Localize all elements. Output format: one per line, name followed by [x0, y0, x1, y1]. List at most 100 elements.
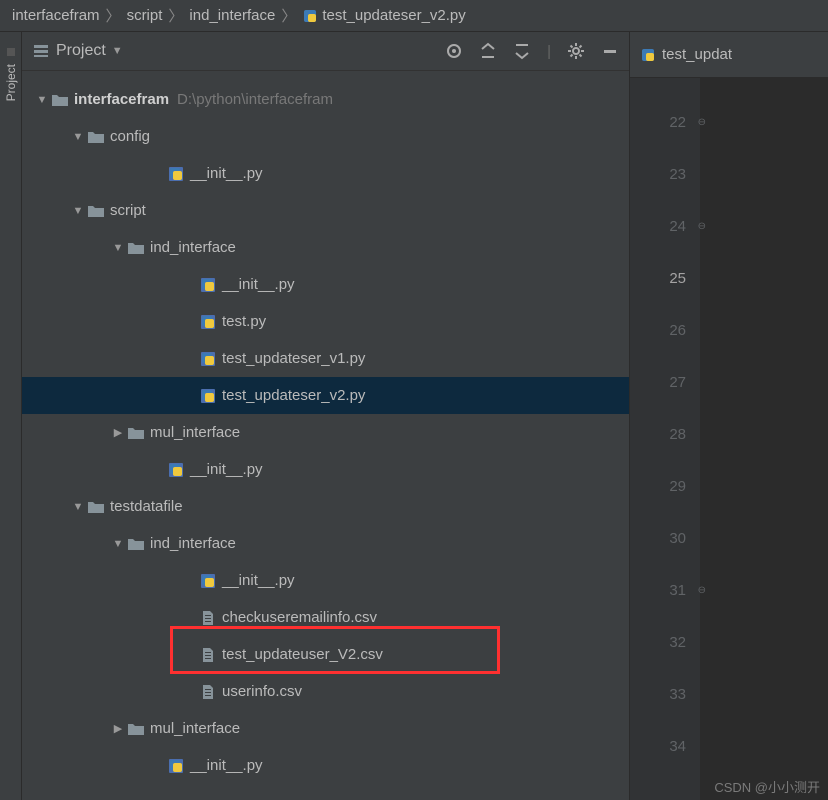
py-icon	[198, 351, 218, 367]
fold-icon[interactable]: ⊖	[698, 221, 706, 232]
chevron-right-icon[interactable]: ▶	[110, 426, 126, 439]
tree-item[interactable]: ▼config	[22, 118, 629, 155]
breadcrumb-item[interactable]: ind_interface	[189, 7, 275, 24]
py-icon	[198, 388, 218, 404]
tree-item-label: userinfo.csv	[222, 683, 302, 700]
tree-item[interactable]: ▶test_updateser_v2.py	[22, 377, 629, 414]
folder-icon	[126, 721, 146, 737]
chevron-right-icon[interactable]: ▶	[110, 722, 126, 735]
breadcrumb-item[interactable]: test_updateser_v2.py	[322, 7, 465, 24]
tree-item[interactable]: ▶__init__.py	[22, 747, 629, 784]
gutter-line-number[interactable]: 26	[630, 304, 700, 356]
tree-item[interactable]: ▶__init__.py	[22, 451, 629, 488]
editor-tabs[interactable]: test_updat	[630, 32, 828, 78]
tree-item-label: interfacefram	[74, 91, 169, 108]
file-icon	[198, 610, 218, 626]
project-tool-tab[interactable]: Project	[4, 64, 18, 101]
gutter-line-number[interactable]: 32	[630, 616, 700, 668]
py-icon	[166, 758, 186, 774]
python-file-icon	[302, 8, 318, 24]
gutter-line-number[interactable]: 25	[630, 252, 700, 304]
chevron-down-icon[interactable]: ▼	[110, 242, 126, 254]
tree-item[interactable]: ▶mul_interface	[22, 414, 629, 451]
tree-item[interactable]: ▶test.py	[22, 303, 629, 340]
project-panel: Project ▼ |	[22, 32, 630, 800]
py-icon	[166, 166, 186, 182]
tree-item[interactable]: ▼ script	[22, 192, 629, 229]
code-area[interactable]	[700, 78, 828, 800]
tree-item[interactable]: ▶test_updateuser_V2.csv	[22, 636, 629, 673]
tree-item[interactable]: ▼ ind_interface	[22, 229, 629, 266]
gutter-line-number[interactable]: 23	[630, 148, 700, 200]
tree-item-hint: D:\python\interfacefram	[177, 91, 333, 108]
gutter-line-number[interactable]: 24⊖	[630, 200, 700, 252]
py-icon	[198, 314, 218, 330]
chevron-down-icon[interactable]: ▼	[70, 205, 86, 217]
gear-icon[interactable]	[567, 42, 585, 60]
tool-window-bar[interactable]: Project	[0, 32, 22, 800]
breadcrumb[interactable]: interfacefram 〉 script 〉 ind_interface 〉…	[0, 0, 828, 32]
file-icon	[198, 684, 218, 700]
py-icon	[198, 573, 218, 589]
folder-icon	[86, 499, 106, 515]
tree-item-label: test.py	[222, 313, 266, 330]
tree-item-label: test_updateser_v1.py	[222, 350, 365, 367]
chevron-down-icon[interactable]: ▼	[34, 94, 50, 106]
tree-item[interactable]: ▶__init__.py	[22, 155, 629, 192]
project-panel-header: Project ▼ |	[22, 32, 629, 71]
chevron-down-icon[interactable]: ▼	[70, 131, 86, 143]
editor-gutter[interactable]: 22⊖2324⊖25262728293031⊖323334	[630, 78, 700, 800]
gutter-line-number[interactable]: 33	[630, 668, 700, 720]
watermark: CSDN @小小测开	[714, 777, 820, 796]
editor-area: test_updat 22⊖2324⊖25262728293031⊖323334	[630, 32, 828, 800]
gutter-line-number[interactable]: 27	[630, 356, 700, 408]
breadcrumb-item[interactable]: script	[127, 7, 163, 24]
tree-item[interactable]: ▶__init__.py	[22, 562, 629, 599]
editor-tab-label[interactable]: test_updat	[662, 46, 732, 63]
tree-item[interactable]: ▼ ind_interface	[22, 525, 629, 562]
minimize-icon[interactable]	[601, 42, 619, 60]
tree-item[interactable]: ▶checkuseremailinfo.csv	[22, 599, 629, 636]
locate-icon[interactable]	[445, 42, 463, 60]
tree-item[interactable]: ▶test_updateser_v1.py	[22, 340, 629, 377]
expand-all-icon[interactable]	[479, 42, 497, 60]
tree-item[interactable]: ▼ testdatafile	[22, 488, 629, 525]
project-tree[interactable]: ▼ interfacefram D:\python\interfacefram ▼co…	[22, 71, 629, 800]
tree-item-label: ind_interface	[150, 239, 236, 256]
tree-item-label: testdatafile	[110, 498, 183, 515]
tree-item-label: test_updateuser_V2.csv	[222, 646, 383, 663]
gutter-line-number[interactable]: 30	[630, 512, 700, 564]
tool-window-indicator	[7, 48, 15, 56]
project-panel-title[interactable]: Project	[56, 42, 106, 60]
tree-item[interactable]: ▶userinfo.csv	[22, 673, 629, 710]
python-file-icon	[640, 47, 656, 63]
breadcrumb-item[interactable]: interfacefram	[12, 7, 100, 24]
gutter-line-number[interactable]: 34	[630, 720, 700, 772]
gutter-line-number[interactable]: 22⊖	[630, 96, 700, 148]
fold-icon[interactable]: ⊖	[698, 117, 706, 128]
tree-item-label: __init__.py	[190, 165, 263, 182]
tree-item-label: checkuseremailinfo.csv	[222, 609, 377, 626]
py-icon	[166, 462, 186, 478]
collapse-all-icon[interactable]	[513, 42, 531, 60]
tree-item[interactable]: ▶mul_interface	[22, 710, 629, 747]
tree-item-label: ind_interface	[150, 535, 236, 552]
breadcrumb-separator: 〉	[281, 5, 296, 26]
gutter-line-number[interactable]: 31⊖	[630, 564, 700, 616]
tree-item-label: __init__.py	[222, 572, 295, 589]
folder-icon	[126, 536, 146, 552]
folder-icon	[126, 240, 146, 256]
tree-item-label: __init__.py	[190, 757, 263, 774]
tree-item-label: script	[110, 202, 146, 219]
divider: |	[547, 43, 551, 60]
dropdown-icon[interactable]: ▼	[112, 45, 123, 57]
tree-item[interactable]: ▶__init__.py	[22, 266, 629, 303]
fold-icon[interactable]: ⊖	[698, 585, 706, 596]
tree-item-label: test_updateser_v2.py	[222, 387, 365, 404]
chevron-down-icon[interactable]: ▼	[70, 501, 86, 513]
chevron-down-icon[interactable]: ▼	[110, 538, 126, 550]
gutter-line-number[interactable]: 28	[630, 408, 700, 460]
gutter-line-number[interactable]: 29	[630, 460, 700, 512]
tree-item[interactable]: ▼ interfacefram D:\python\interfacefram	[22, 81, 629, 118]
tree-item-label: __init__.py	[190, 461, 263, 478]
